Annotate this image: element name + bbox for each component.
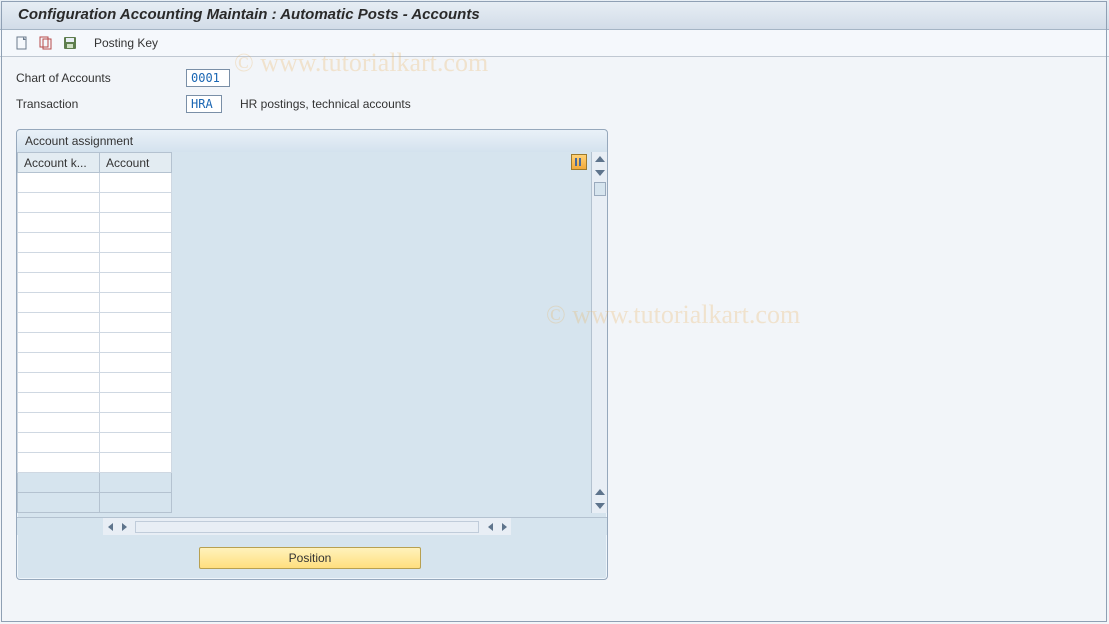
- transaction-description: HR postings, technical accounts: [240, 97, 411, 111]
- scroll-track[interactable]: [135, 521, 479, 533]
- column-account-key[interactable]: Account k...: [18, 153, 100, 173]
- scroll-down-bottom-icon[interactable]: [595, 503, 605, 509]
- toolbar: Posting Key: [0, 30, 1109, 57]
- content-area: Chart of Accounts Transaction HR posting…: [0, 57, 1109, 590]
- copy-icon[interactable]: [38, 35, 54, 51]
- scroll-left-icon[interactable]: [103, 520, 117, 534]
- column-account[interactable]: Account: [100, 153, 172, 173]
- table-row[interactable]: [18, 293, 172, 313]
- table-row[interactable]: [18, 333, 172, 353]
- scroll-right-end-icon[interactable]: [497, 520, 511, 534]
- table-row[interactable]: [18, 313, 172, 333]
- chart-of-accounts-row: Chart of Accounts: [16, 67, 1093, 89]
- account-assignment-panel: Account assignment Account k... Account: [16, 129, 608, 580]
- table-row[interactable]: [18, 413, 172, 433]
- table-row[interactable]: [18, 213, 172, 233]
- vertical-scrollbar[interactable]: [591, 152, 607, 513]
- page-title-bar: Configuration Accounting Maintain : Auto…: [0, 0, 1109, 30]
- posting-key-label[interactable]: Posting Key: [94, 36, 158, 50]
- table-row[interactable]: [18, 433, 172, 453]
- table-row[interactable]: [18, 253, 172, 273]
- scroll-up-bottom-icon[interactable]: [595, 489, 605, 495]
- scroll-up-icon[interactable]: [595, 156, 605, 162]
- scroll-thumb[interactable]: [594, 182, 606, 196]
- scroll-down-icon[interactable]: [595, 170, 605, 176]
- table-settings-icon[interactable]: [571, 154, 587, 170]
- panel-title: Account assignment: [17, 130, 607, 152]
- table-footer-row: [18, 493, 172, 513]
- table-row[interactable]: [18, 453, 172, 473]
- table-footer-row: [18, 473, 172, 493]
- page-title: Configuration Accounting Maintain : Auto…: [18, 6, 480, 23]
- transaction-row: Transaction HR postings, technical accou…: [16, 93, 1093, 115]
- new-entries-icon[interactable]: [14, 35, 30, 51]
- scroll-right-icon[interactable]: [117, 520, 131, 534]
- table-row[interactable]: [18, 353, 172, 373]
- transaction-input[interactable]: [186, 95, 222, 113]
- grid-blank-area: [172, 152, 591, 513]
- chart-of-accounts-input[interactable]: [186, 69, 230, 87]
- chart-of-accounts-label: Chart of Accounts: [16, 71, 186, 85]
- table-row[interactable]: [18, 173, 172, 193]
- table-row[interactable]: [18, 193, 172, 213]
- horizontal-scrollbar[interactable]: [17, 517, 607, 535]
- table-row[interactable]: [18, 233, 172, 253]
- account-grid[interactable]: Account k... Account: [17, 152, 172, 513]
- table-row[interactable]: [18, 373, 172, 393]
- scroll-left-end-icon[interactable]: [483, 520, 497, 534]
- position-button[interactable]: Position: [199, 547, 421, 569]
- table-row[interactable]: [18, 393, 172, 413]
- transaction-label: Transaction: [16, 97, 186, 111]
- save-icon[interactable]: [62, 35, 78, 51]
- grid-area: Account k... Account: [17, 152, 607, 517]
- table-row[interactable]: [18, 273, 172, 293]
